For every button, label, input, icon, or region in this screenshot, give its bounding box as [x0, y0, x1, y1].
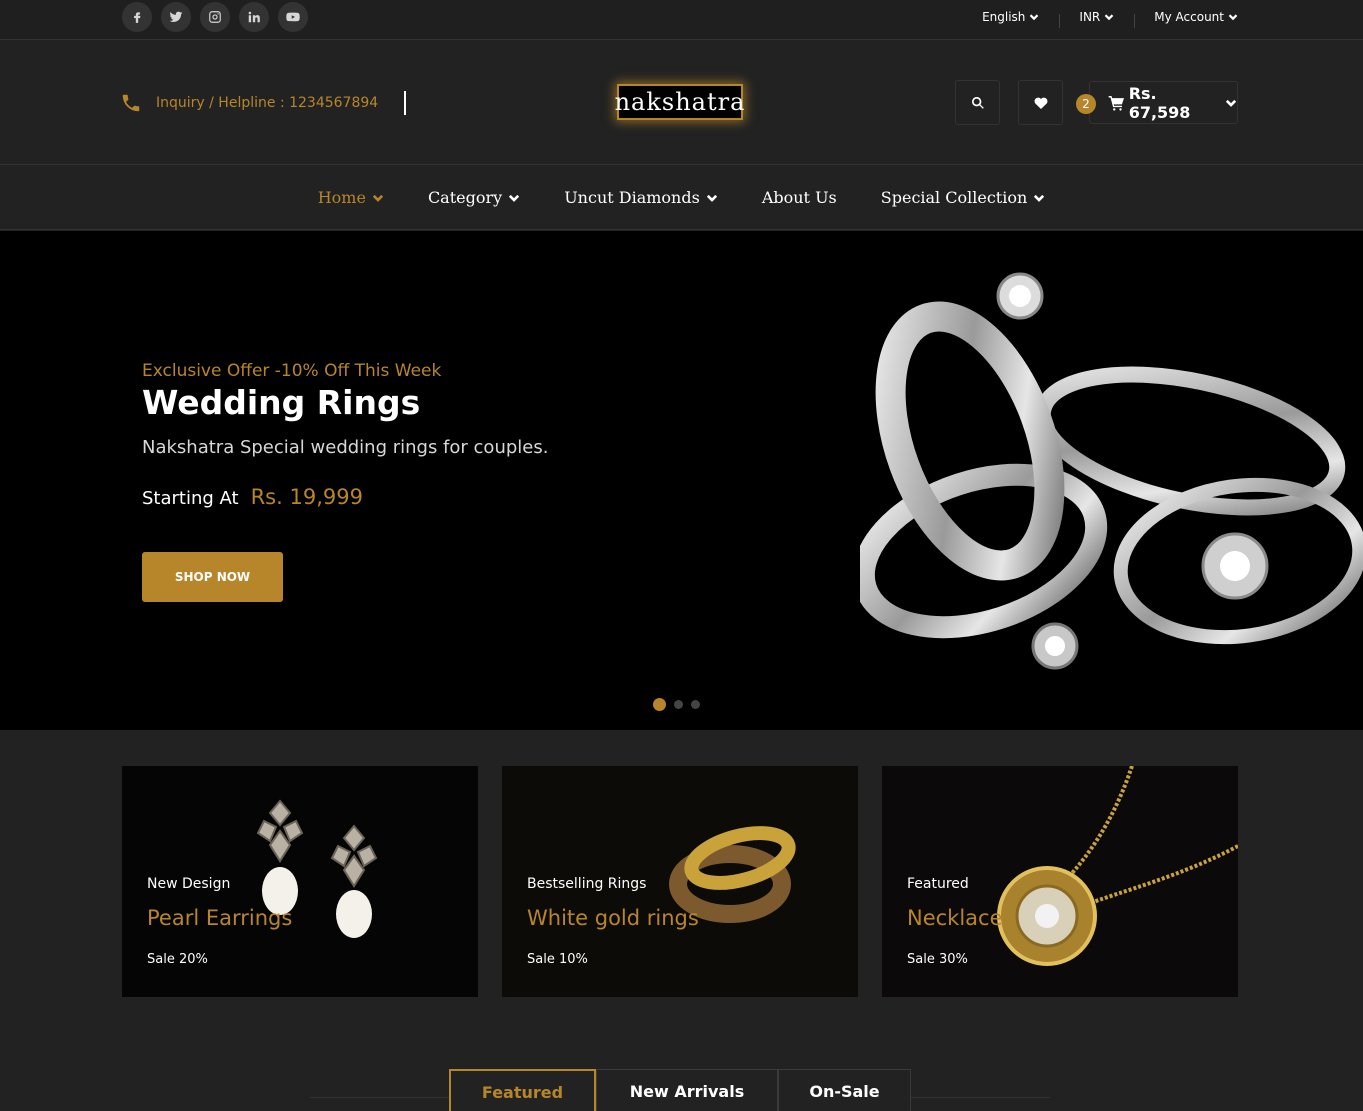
- cart-button[interactable]: Rs. 67,598: [1089, 81, 1238, 124]
- banner-sale: Sale 10%: [527, 952, 588, 967]
- tab-divider-left: [310, 1097, 450, 1098]
- wishlist-button[interactable]: [1018, 80, 1063, 125]
- nav-item-label: Category: [427, 188, 503, 207]
- tab-featured[interactable]: Featured: [449, 1069, 596, 1111]
- facebook-link[interactable]: [122, 2, 152, 32]
- chevron-down-icon: [1228, 14, 1238, 21]
- hero-subtitle: Nakshatra Special wedding rings for coup…: [142, 437, 549, 458]
- banner-tag: New Design: [147, 876, 231, 892]
- nav-item-home[interactable]: Home: [296, 188, 406, 207]
- tab-divider-right: [910, 1097, 1050, 1098]
- cart-icon: [1108, 95, 1124, 111]
- top-right-menu: English INR My Account: [962, 0, 1238, 34]
- account-label: My Account: [1154, 10, 1224, 24]
- hero-slider: Exclusive Offer -10% Off This Week Weddi…: [0, 231, 1363, 730]
- hero-offer: Exclusive Offer -10% Off This Week: [142, 361, 442, 381]
- nav-item-category[interactable]: Category: [406, 188, 542, 207]
- facebook-icon: [134, 12, 141, 23]
- slider-dot[interactable]: [653, 698, 666, 711]
- wishlist-button-wrap: [1018, 80, 1063, 125]
- tab-label: On-Sale: [809, 1082, 880, 1101]
- banner-tag: Bestselling Rings: [527, 876, 647, 892]
- instagram-link[interactable]: [200, 2, 230, 32]
- social-links: [122, 2, 308, 32]
- banner-title: Pearl Earrings: [147, 906, 293, 930]
- slider-dot[interactable]: [691, 700, 700, 709]
- promo-banner-necklace[interactable]: Featured Necklace Sale 30%: [882, 766, 1238, 997]
- helpline-text: Inquiry / Helpline : 1234567894: [156, 95, 379, 111]
- currency-selector[interactable]: INR: [1059, 10, 1134, 28]
- nav-item-uncut-diamonds[interactable]: Uncut Diamonds: [542, 188, 740, 207]
- nav-item-label: Special Collection: [880, 188, 1028, 207]
- logo-text: nakshatra: [614, 88, 746, 116]
- linkedin-link[interactable]: [239, 2, 269, 32]
- chevron-down-icon: [1034, 194, 1045, 202]
- shop-now-button[interactable]: SHOP NOW: [142, 552, 283, 602]
- tab-label: Featured: [481, 1082, 564, 1102]
- top-bar: English INR My Account: [0, 0, 1363, 40]
- nav-item-label: Home: [317, 188, 366, 207]
- language-selector[interactable]: English: [962, 10, 1059, 24]
- starting-amount: Rs. 19,999: [250, 485, 363, 509]
- chevron-down-icon: [372, 194, 384, 202]
- youtube-icon: [286, 12, 300, 22]
- youtube-link[interactable]: [278, 2, 308, 32]
- hero-title: Wedding Rings: [142, 383, 421, 422]
- promo-banner-earrings[interactable]: New Design Pearl Earrings Sale 20%: [122, 766, 478, 997]
- tab-new-arrivals[interactable]: New Arrivals: [596, 1069, 778, 1111]
- chevron-down-icon: [706, 194, 717, 202]
- chevron-down-icon: [1225, 99, 1237, 107]
- product-tabs: Featured New Arrivals On-Sale: [449, 1069, 911, 1111]
- nav-item-special-collection[interactable]: Special Collection: [859, 188, 1068, 207]
- banner-title: Necklace: [907, 906, 1003, 930]
- linkedin-icon: [248, 11, 260, 23]
- hero-starting-price: Starting At Rs. 19,999: [142, 485, 363, 509]
- main-nav: Home Category Uncut Diamonds About Us Sp…: [0, 166, 1363, 230]
- slider-dot[interactable]: [674, 700, 683, 709]
- wedding-rings-image: [860, 272, 1363, 670]
- heart-icon: [1034, 97, 1047, 109]
- currency-label: INR: [1079, 10, 1101, 24]
- nav-item-label: About Us: [761, 188, 837, 207]
- search-button-wrap: [955, 80, 1000, 125]
- phone-icon: [122, 94, 140, 112]
- banner-sale: Sale 20%: [147, 952, 208, 967]
- chevron-down-icon: [1030, 14, 1039, 21]
- cart-count-badge: 2: [1076, 94, 1096, 114]
- chevron-down-icon: [509, 194, 520, 202]
- banner-title: White gold rings: [527, 906, 699, 930]
- search-button[interactable]: [955, 80, 1000, 125]
- nav-item-label: Uncut Diamonds: [564, 188, 700, 207]
- banner-sale: Sale 30%: [907, 952, 968, 967]
- nav-item-about-us[interactable]: About Us: [740, 188, 859, 207]
- language-label: English: [982, 10, 1026, 24]
- search-icon: [971, 96, 984, 109]
- account-menu[interactable]: My Account: [1134, 10, 1238, 28]
- slider-dots: [653, 698, 700, 711]
- tab-label: New Arrivals: [629, 1082, 745, 1101]
- site-logo[interactable]: nakshatra: [614, 84, 746, 120]
- cart-total: Rs. 67,598: [1128, 83, 1191, 122]
- helpline[interactable]: Inquiry / Helpline : 1234567894: [120, 91, 407, 115]
- starting-label: Starting At: [142, 488, 239, 509]
- chevron-down-icon: [1104, 14, 1114, 21]
- site-header: Inquiry / Helpline : 1234567894 nakshatr…: [0, 40, 1363, 165]
- instagram-icon: [209, 11, 221, 23]
- banner-tag: Featured: [907, 876, 969, 892]
- tab-on-sale[interactable]: On-Sale: [778, 1069, 911, 1111]
- twitter-link[interactable]: [161, 2, 191, 32]
- twitter-icon: [169, 11, 183, 23]
- promo-banner-rings[interactable]: Bestselling Rings White gold rings Sale …: [502, 766, 858, 997]
- divider: [404, 91, 407, 115]
